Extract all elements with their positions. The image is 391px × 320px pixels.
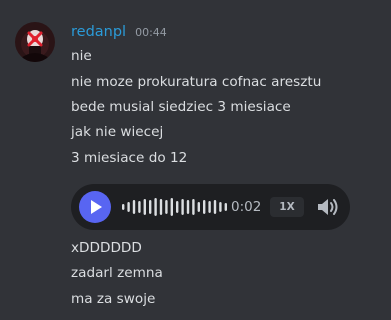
waveform-bar: [132, 200, 136, 214]
waveform-bar: [197, 202, 200, 212]
message-line: 3 miesiace do 12: [71, 150, 188, 166]
waveform-bar: [192, 199, 195, 215]
play-button[interactable]: [79, 191, 111, 223]
waveform-bar: [213, 200, 217, 214]
waveform-bar: [176, 201, 179, 213]
waveform-bar: [186, 200, 190, 214]
waveform-bar: [208, 201, 211, 213]
message-timestamp: 00:44: [135, 26, 167, 39]
waveform-bar: [224, 203, 227, 211]
waveform-bar: [149, 200, 152, 214]
message-line: ma za swoje: [71, 291, 156, 307]
message-line: nie moze prokuratura cofnac aresztu: [71, 74, 322, 90]
waveform-bar: [203, 200, 206, 214]
waveform-bar: [219, 202, 222, 212]
message-line: bede musial siedziec 3 miesiace: [71, 99, 291, 115]
waveform-scrubber[interactable]: [120, 192, 238, 222]
waveform-bar: [138, 201, 141, 213]
message-header: redanpl 00:44: [71, 24, 167, 42]
message-line: nie: [71, 48, 92, 64]
waveform-bar: [181, 199, 184, 215]
message-line: jak nie wiecej: [71, 124, 164, 140]
waveform-bar: [170, 198, 173, 216]
waveform-bar: [159, 199, 163, 215]
waveform-bar: [154, 198, 157, 216]
play-icon: [91, 200, 102, 214]
author-username[interactable]: redanpl: [71, 24, 126, 40]
voice-duration: 0:02: [231, 199, 262, 215]
message-line: xDDDDDD: [71, 240, 142, 256]
waveform-bar: [143, 199, 146, 215]
user-avatar[interactable]: [15, 22, 55, 62]
waveform-bar: [165, 200, 168, 214]
waveform-bar: [122, 204, 125, 210]
message-line: zadarl zemna: [71, 265, 163, 281]
waveform-bar: [127, 202, 130, 212]
playback-speed-button[interactable]: 1X: [270, 197, 304, 217]
volume-button[interactable]: [316, 196, 340, 218]
speaker-volume-icon: [318, 199, 338, 215]
voice-message-player: 0:02 1X: [71, 184, 350, 230]
red-cross-skull-avatar-icon: [15, 22, 55, 62]
